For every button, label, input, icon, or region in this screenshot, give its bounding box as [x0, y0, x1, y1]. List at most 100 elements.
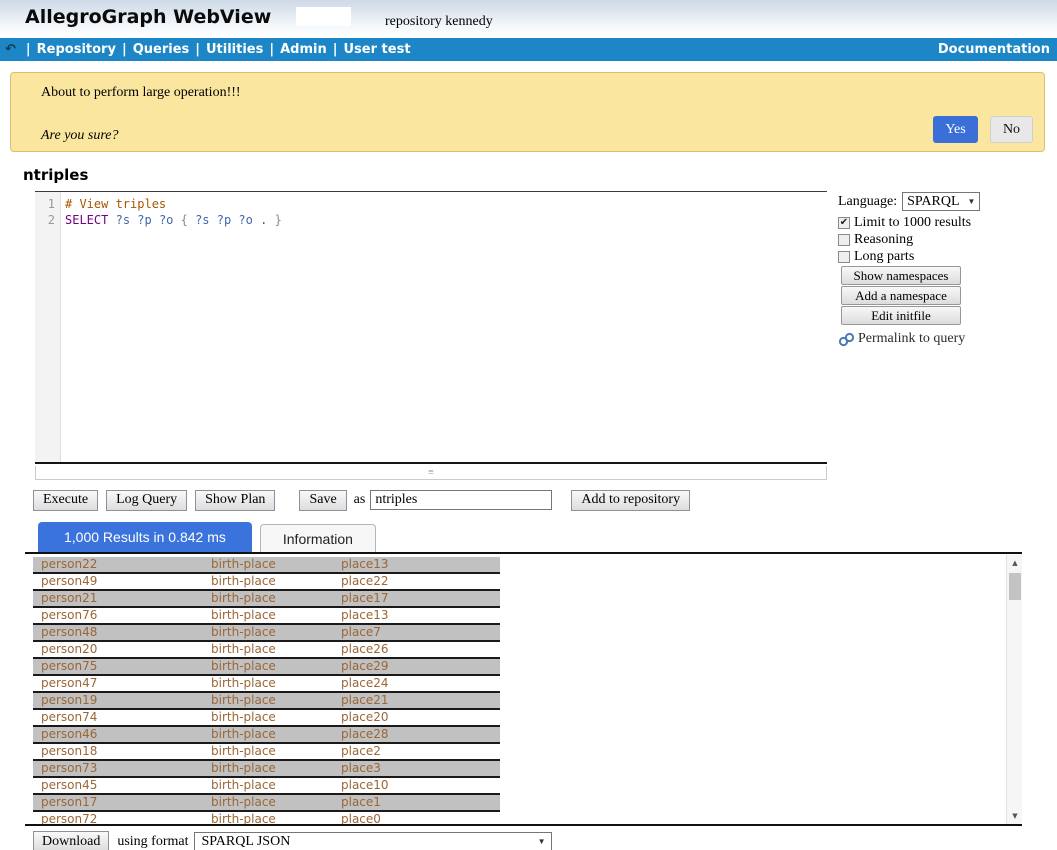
query-editor[interactable]: 12 # View triplesSELECT ?s ?p ?o { ?s ?p…: [35, 191, 827, 464]
result-cell[interactable]: birth-place: [203, 591, 333, 606]
result-cell[interactable]: place7: [333, 625, 500, 640]
nav-separator: |: [333, 42, 338, 57]
result-cell[interactable]: place3: [333, 761, 500, 776]
result-cell[interactable]: birth-place: [203, 557, 333, 572]
result-cell[interactable]: birth-place: [203, 710, 333, 725]
code-token: .: [253, 213, 275, 227]
long-parts-checkbox[interactable]: [838, 251, 850, 263]
permalink-label: Permalink to query: [858, 331, 965, 347]
result-cell[interactable]: birth-place: [203, 608, 333, 623]
result-cell[interactable]: person47: [33, 676, 203, 691]
result-cell[interactable]: place13: [333, 608, 500, 623]
execute-button[interactable]: Execute: [33, 490, 98, 511]
result-cell[interactable]: person46: [33, 727, 203, 742]
table-row: person22birth-placeplace13: [33, 557, 500, 574]
editor-resize-handle[interactable]: ≡: [35, 466, 827, 480]
download-button[interactable]: Download: [33, 831, 109, 850]
result-cell[interactable]: person72: [33, 812, 203, 826]
reasoning-checkbox-row[interactable]: Reasoning: [838, 231, 1053, 248]
tab-results[interactable]: 1,000 Results in 0.842 ms: [38, 522, 252, 552]
limit-results-checkbox[interactable]: ✔: [838, 217, 850, 229]
yes-button[interactable]: Yes: [933, 116, 978, 143]
result-cell[interactable]: place0: [333, 812, 500, 826]
result-cell[interactable]: person22: [33, 557, 203, 572]
reasoning-checkbox[interactable]: [838, 234, 850, 246]
code-line[interactable]: # View triples: [65, 196, 827, 212]
result-cell[interactable]: person20: [33, 642, 203, 657]
long-parts-checkbox-row[interactable]: Long parts: [838, 248, 1053, 265]
result-cell[interactable]: place1: [333, 795, 500, 810]
line-number: 1: [35, 196, 60, 212]
permalink-to-query-link[interactable]: Permalink to query: [838, 331, 1053, 347]
result-cell[interactable]: place2: [333, 744, 500, 759]
save-button[interactable]: Save: [299, 490, 346, 511]
scrollbar-thumb[interactable]: [1009, 573, 1021, 600]
result-cell[interactable]: place17: [333, 591, 500, 606]
edit-initfile-button[interactable]: Edit initfile: [841, 306, 961, 325]
result-cell[interactable]: birth-place: [203, 625, 333, 640]
result-cell[interactable]: place24: [333, 676, 500, 691]
no-button[interactable]: No: [990, 116, 1033, 143]
result-cell[interactable]: birth-place: [203, 761, 333, 776]
result-cell[interactable]: birth-place: [203, 659, 333, 674]
result-cell[interactable]: person21: [33, 591, 203, 606]
result-cell[interactable]: person48: [33, 625, 203, 640]
language-select[interactable]: SPARQL ▼: [902, 192, 980, 211]
result-cell[interactable]: place28: [333, 727, 500, 742]
table-row: person20birth-placeplace26: [33, 642, 500, 659]
result-cell[interactable]: place22: [333, 574, 500, 589]
scroll-up-icon[interactable]: ▲: [1007, 555, 1022, 571]
log-query-button[interactable]: Log Query: [106, 490, 187, 511]
result-cell[interactable]: place29: [333, 659, 500, 674]
result-cell[interactable]: person45: [33, 778, 203, 793]
table-row: person17birth-placeplace1: [33, 795, 500, 812]
code-line[interactable]: SELECT ?s ?p ?o { ?s ?p ?o . }: [65, 212, 827, 228]
line-number: 2: [35, 212, 60, 228]
results-tabs: 1,000 Results in 0.842 ms Information: [38, 522, 376, 552]
results-scrollbar[interactable]: ▲ ▼: [1006, 555, 1022, 824]
result-cell[interactable]: place10: [333, 778, 500, 793]
result-cell[interactable]: birth-place: [203, 574, 333, 589]
result-cell[interactable]: birth-place: [203, 727, 333, 742]
show-namespaces-button[interactable]: Show namespaces: [841, 266, 961, 285]
result-cell[interactable]: birth-place: [203, 812, 333, 826]
result-cell[interactable]: person49: [33, 574, 203, 589]
result-cell[interactable]: birth-place: [203, 744, 333, 759]
tab-information[interactable]: Information: [260, 524, 376, 552]
nav-item-user-test[interactable]: User test: [344, 42, 411, 57]
result-cell[interactable]: birth-place: [203, 795, 333, 810]
nav-item-queries[interactable]: Queries: [133, 42, 190, 57]
result-cell[interactable]: place26: [333, 642, 500, 657]
result-cell[interactable]: birth-place: [203, 642, 333, 657]
nav-item-utilities[interactable]: Utilities: [206, 42, 263, 57]
show-plan-button[interactable]: Show Plan: [195, 490, 275, 511]
format-select[interactable]: SPARQL JSON ▼: [194, 832, 552, 850]
result-cell[interactable]: place20: [333, 710, 500, 725]
long-parts-label: Long parts: [854, 249, 914, 265]
result-cell[interactable]: place13: [333, 557, 500, 572]
result-cell[interactable]: person74: [33, 710, 203, 725]
editor-code-area[interactable]: # View triplesSELECT ?s ?p ?o { ?s ?p ?o…: [61, 192, 827, 462]
result-cell[interactable]: birth-place: [203, 676, 333, 691]
result-cell[interactable]: birth-place: [203, 778, 333, 793]
limit-results-checkbox-row[interactable]: ✔ Limit to 1000 results: [838, 214, 1053, 231]
nav-item-admin[interactable]: Admin: [280, 42, 327, 57]
result-cell[interactable]: person17: [33, 795, 203, 810]
result-cell[interactable]: place21: [333, 693, 500, 708]
result-cell[interactable]: person19: [33, 693, 203, 708]
result-cell[interactable]: person73: [33, 761, 203, 776]
nav-link-documentation[interactable]: Documentation: [938, 42, 1050, 57]
scroll-down-icon[interactable]: ▼: [1007, 808, 1022, 824]
code-token: {: [173, 213, 195, 227]
result-cell[interactable]: person75: [33, 659, 203, 674]
back-arrow-icon[interactable]: ↶: [5, 42, 16, 57]
add-namespace-button[interactable]: Add a namespace: [841, 286, 961, 305]
repository-label: repository kennedy: [385, 14, 493, 30]
banner-question: Are you sure?: [41, 128, 119, 144]
result-cell[interactable]: person76: [33, 608, 203, 623]
result-cell[interactable]: birth-place: [203, 693, 333, 708]
nav-item-repository[interactable]: Repository: [37, 42, 116, 57]
add-to-repository-button[interactable]: Add to repository: [571, 490, 690, 511]
query-name-input[interactable]: [370, 490, 552, 510]
result-cell[interactable]: person18: [33, 744, 203, 759]
